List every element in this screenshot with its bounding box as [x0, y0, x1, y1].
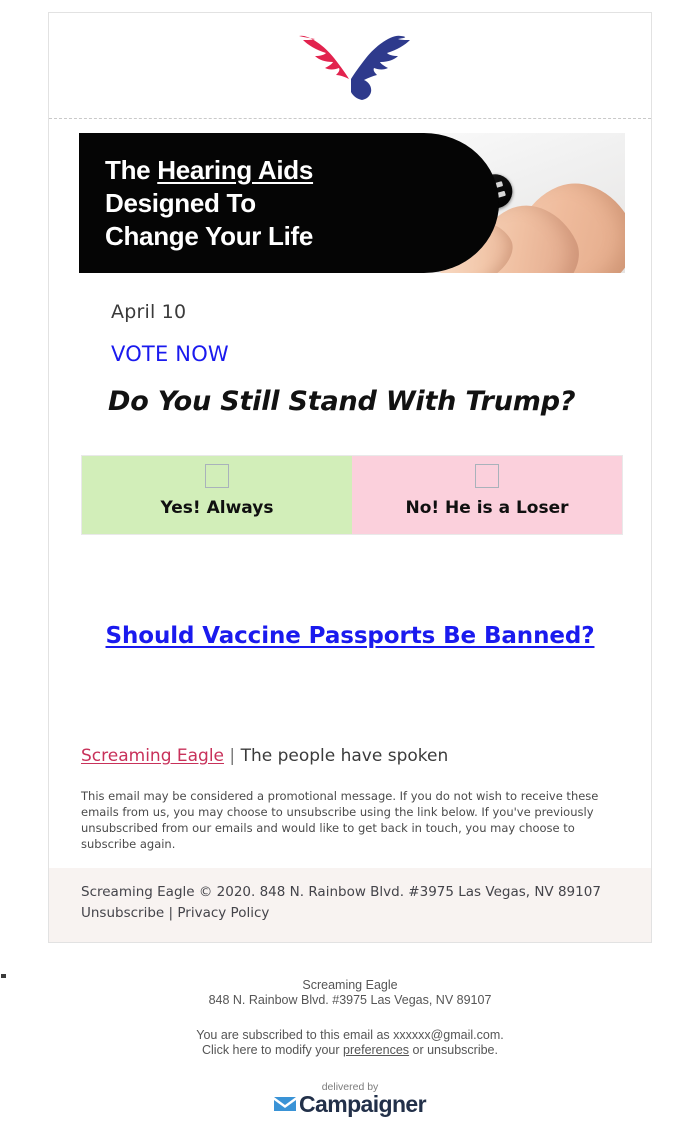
advertisement-wrapper: R The Hearing Aids Designed To Change Yo…	[49, 119, 651, 273]
footer-links-row: Unsubscribe | Privacy Policy	[81, 903, 619, 924]
unsubscribe-link[interactable]: Unsubscribe	[81, 905, 164, 921]
poll-option-no[interactable]: No! He is a Loser	[352, 456, 622, 534]
ad-headline-line1: The Hearing Aids	[105, 154, 313, 187]
privacy-policy-link[interactable]: Privacy Policy	[177, 905, 269, 921]
campaigner-wordmark: Campaigner	[299, 1090, 427, 1117]
ad-headline: The Hearing Aids Designed To Change Your…	[105, 154, 313, 253]
esp-subscribed-line: You are subscribed to this email as xxxx…	[196, 1028, 504, 1042]
brand-tagline: The people have spoken	[240, 746, 449, 766]
email-footer-strip: Screaming Eagle © 2020. 848 N. Rainbow B…	[49, 868, 651, 942]
esp-footer: Screaming Eagle 848 N. Rainbow Blvd. #39…	[0, 978, 700, 1117]
esp-company-name: Screaming Eagle	[302, 978, 398, 992]
esp-modify-line: Click here to modify your preferences or…	[0, 1043, 700, 1058]
poll-options: Yes! Always No! He is a Loser	[81, 455, 623, 535]
campaigner-logo[interactable]: Campaigner	[0, 1090, 700, 1117]
ad-headline-line3: Change Your Life	[105, 221, 314, 251]
email-logo-header	[49, 13, 651, 119]
esp-modify-pre: Click here to modify your	[202, 1043, 344, 1057]
broken-image-icon	[475, 464, 499, 488]
footer-address-line: Screaming Eagle © 2020. 848 N. Rainbow B…	[81, 884, 601, 900]
brand-separator: |	[229, 746, 236, 766]
ad-headline-line1-pre: The	[105, 155, 158, 185]
ad-headline-line2: Designed To	[105, 188, 256, 218]
hearing-aid-ad-banner[interactable]: R The Hearing Aids Designed To Change Yo…	[79, 133, 625, 273]
screaming-eagle-wings-logo	[299, 35, 410, 100]
promotional-disclaimer: This email may be considered a promotion…	[81, 789, 599, 851]
envelope-icon	[274, 1097, 297, 1111]
brand-name-link[interactable]: Screaming Eagle	[81, 746, 224, 766]
poll-option-no-label: No! He is a Loser	[405, 498, 569, 518]
page-title: Do You Still Stand With Trump?	[108, 386, 576, 417]
esp-modify-post: or unsubscribe.	[409, 1043, 498, 1057]
esp-company-address: 848 N. Rainbow Blvd. #3975 Las Vegas, NV…	[208, 993, 492, 1007]
brand-tagline-row: Screaming Eagle | The people have spoken	[81, 746, 621, 766]
email-body-card: R The Hearing Aids Designed To Change Yo…	[48, 12, 652, 943]
esp-footer-spacer	[0, 1008, 700, 1028]
broken-image-icon	[205, 464, 229, 488]
poll-content: April 10 VOTE NOW Do You Still Stand Wit…	[49, 301, 651, 852]
esp-preferences-link[interactable]: preferences	[343, 1043, 409, 1057]
footer-link-separator: |	[168, 905, 174, 921]
second-poll-question-link[interactable]: Should Vaccine Passports Be Banned?	[79, 623, 621, 649]
post-date: April 10	[111, 301, 187, 323]
ad-headline-line1-underlined: Hearing Aids	[157, 155, 314, 185]
poll-option-yes-label: Yes! Always	[160, 498, 274, 518]
vote-now-link[interactable]: VOTE NOW	[111, 342, 621, 366]
poll-option-yes[interactable]: Yes! Always	[82, 456, 352, 534]
